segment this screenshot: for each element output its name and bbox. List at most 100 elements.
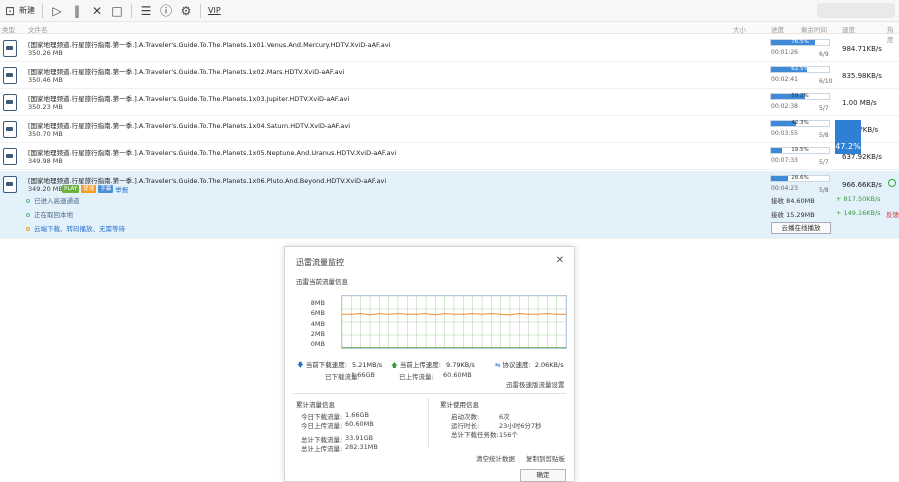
status-dot: [26, 199, 30, 203]
y-tick-label: 2MB: [310, 330, 325, 338]
progress-bar: 19.5%: [770, 147, 830, 154]
download-row[interactable]: [国家地理频道.行星旅行指南.第一季.].A.Traveler's.Guide.…: [0, 62, 899, 89]
play-tag[interactable]: PLAY: [62, 185, 80, 193]
col-remaining[interactable]: 剩余时间: [801, 24, 827, 34]
open-folder-icon: □: [111, 3, 123, 18]
download-speed: 637.92KB/s: [842, 153, 882, 161]
new-icon: ⊡: [4, 3, 16, 18]
download-row[interactable]: [国家地理频道.行星旅行指南.第一季.].A.Traveler's.Guide.…: [0, 143, 899, 170]
usage-title: 累计使用信息: [440, 401, 479, 409]
file-size: 350.23 MB: [28, 103, 63, 111]
open-folder-button[interactable]: □: [107, 0, 127, 22]
toolbar-divider: [200, 3, 201, 18]
pause-button[interactable]: ‖: [67, 0, 87, 22]
delete-icon: ✕: [91, 3, 103, 18]
video-file-icon: [3, 67, 17, 84]
feedback-link[interactable]: 反馈: [886, 209, 899, 219]
copy-clipboard-link[interactable]: 复制到剪贴板: [526, 453, 565, 463]
today-down-value: 1.66GB: [345, 411, 369, 419]
popup-label: 47.2%: [835, 142, 861, 151]
remaining-time: 00:03:55: [771, 130, 798, 137]
download-row[interactable]: [国家地理频道.行星旅行指南.第一季.].A.Traveler's.Guide.…: [0, 89, 899, 116]
progress-popup: 47.2%: [835, 120, 861, 154]
remaining-time: 00:01:26: [771, 49, 798, 56]
received-1: 接收 84.60MB: [771, 197, 815, 205]
column-header: 类型 文件名 大小 进度 剩余时间 速度 热度: [0, 22, 899, 44]
total-down-value: 33.91GB: [345, 434, 374, 442]
source-count: 6/10: [819, 78, 833, 85]
tasks-value: 156个: [499, 431, 518, 439]
delete-button[interactable]: ✕: [87, 0, 107, 22]
source-count: 5/8: [819, 132, 829, 139]
y-tick-label: 6MB: [310, 309, 325, 317]
video-file-icon: [3, 148, 17, 165]
file-name: [国家地理频道.行星旅行指南.第一季.].A.Traveler's.Guide.…: [28, 68, 345, 76]
remaining-time: 00:02:38: [771, 103, 798, 110]
y-tick-label: 4MB: [310, 320, 325, 328]
source-count: 5/7: [819, 159, 829, 166]
download-row[interactable]: [国家地理频道.行星旅行指南.第一季.].A.Traveler's.Guide.…: [0, 116, 899, 143]
col-size[interactable]: 大小: [733, 24, 746, 34]
sort-button[interactable]: ☰: [136, 0, 156, 22]
progress-bar: 28.6%: [770, 175, 830, 182]
vip-button[interactable]: VIP: [205, 0, 224, 22]
legend-value: 2.06KB/s: [534, 361, 564, 369]
close-icon[interactable]: ✕: [556, 255, 564, 266]
clear-stats-link[interactable]: 清空统计数据: [476, 453, 515, 463]
download-row[interactable]: [国家地理频道.行星旅行指南.第一季.].A.Traveler's.Guide.…: [0, 35, 899, 62]
vip-label: VIP: [208, 6, 221, 15]
ok-button[interactable]: 确定: [520, 469, 566, 482]
file-name: [国家地理频道.行星旅行指南.第一季.].A.Traveler's.Guide.…: [28, 149, 397, 157]
file-name: [国家地理频道.行星旅行指南.第一季.].A.Traveler's.Guide.…: [28, 122, 351, 130]
col-progress[interactable]: 进度: [771, 24, 784, 34]
current-section-title: 迅雷当前流量信息: [296, 278, 348, 286]
new-label: 新建: [19, 6, 35, 15]
traffic-settings-link[interactable]: 迅雷极速版流量设置: [506, 379, 565, 389]
dialog-title: 迅雷流量监控: [296, 258, 344, 267]
source-count: 5/8: [819, 187, 829, 194]
legend-protocol: ⇆ 协议速度: 2.06KB/s: [495, 359, 564, 369]
download-speed: 984.71KB/s: [842, 45, 882, 53]
col-filename[interactable]: 文件名: [28, 24, 48, 34]
report-link[interactable]: 举报: [115, 184, 128, 194]
speedup-tag[interactable]: 提速: [81, 185, 97, 193]
divider: [293, 393, 566, 394]
play-icon: ▷: [52, 3, 62, 18]
settings-button[interactable]: ⚙: [176, 0, 196, 22]
new-button[interactable]: ⊡ 新建: [0, 0, 38, 22]
file-size: 350.46 MB: [28, 76, 63, 84]
source-count: 5/7: [819, 105, 829, 112]
info-button[interactable]: ⓘ: [156, 0, 176, 22]
download-speed: 966.66KB/s: [842, 181, 882, 189]
status-dot: [26, 227, 30, 231]
sort-icon: ☰: [140, 3, 152, 18]
progress-bar: 62.5%: [770, 66, 830, 73]
download-row-selected[interactable]: [国家地理频道.行星旅行指南.第一季.].A.Traveler's.Guide.…: [0, 171, 899, 239]
protocol-icon: ⇆: [495, 361, 501, 369]
col-speed[interactable]: 速度: [842, 24, 855, 34]
settings-icon: ⚙: [180, 3, 192, 18]
file-size: 350.70 MB: [28, 130, 63, 138]
start-button[interactable]: ▷: [47, 0, 67, 22]
progress-label: 19.5%: [791, 147, 809, 153]
legend-label: 协议速度:: [502, 361, 531, 369]
hot-icon: [888, 179, 896, 187]
video-file-icon: [3, 94, 17, 111]
info-icon: ⓘ: [159, 4, 172, 18]
download-speed: 1.00 MB/s: [842, 99, 877, 107]
received-1-speed: + 817.50KB/s: [836, 195, 881, 203]
cloud-play-button[interactable]: 云播在线播放: [771, 222, 831, 234]
y-tick-label: 8MB: [310, 299, 325, 307]
remaining-time: 00:04:23: [771, 185, 798, 192]
legend-value: 9.79KB/s: [446, 361, 475, 369]
search-box[interactable]: [817, 3, 895, 18]
progress-label: 62.5%: [791, 66, 809, 72]
file-size: 350.26 MB: [28, 49, 63, 57]
col-type[interactable]: 类型: [2, 24, 15, 34]
upload-arrow-icon: 🡅: [391, 361, 398, 369]
subtitle-tag[interactable]: 字幕: [98, 185, 114, 193]
video-file-icon: [3, 40, 17, 57]
traffic-graph: [341, 295, 567, 349]
today-up-value: 60.60MB: [345, 420, 374, 428]
status-cloud[interactable]: 云端下载、转码播放、无需等待: [26, 223, 125, 233]
